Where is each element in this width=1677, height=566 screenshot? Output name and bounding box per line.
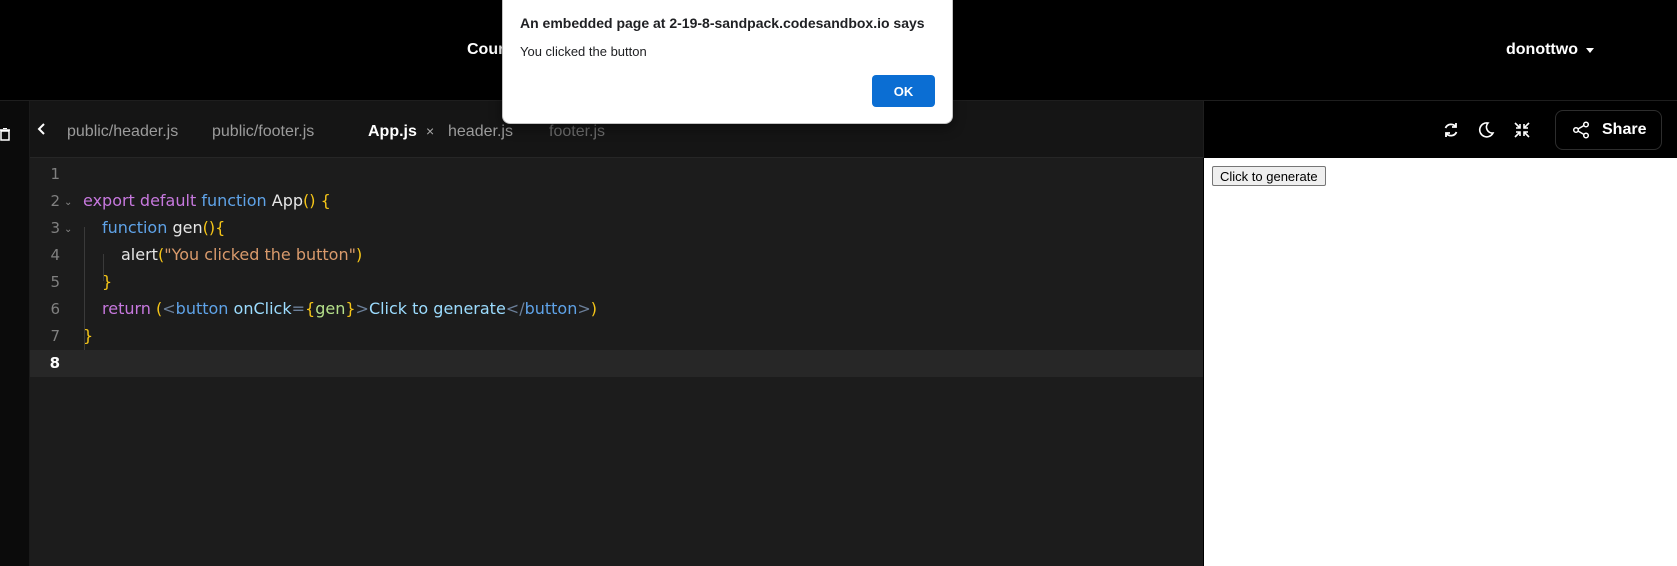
code-editor[interactable]: public/header.js public/footer.js App.js…: [30, 101, 1203, 566]
code-line: 5 }: [50, 272, 113, 291]
tab-public-header[interactable]: public/header.js: [67, 123, 178, 141]
generate-button[interactable]: Click to generate: [1212, 166, 1326, 186]
code-line-current: 8: [30, 350, 1203, 377]
chevron-down-icon: [1585, 47, 1594, 53]
fold-chevron-icon[interactable]: ⌄: [64, 197, 72, 208]
share-label: Share: [1602, 121, 1647, 138]
user-name: donottwo: [1506, 41, 1578, 58]
code-line: 7 }: [50, 326, 94, 345]
alert-dialog: An embedded page at 2-19-8-sandpack.code…: [502, 0, 953, 124]
refresh-icon[interactable]: [1442, 121, 1460, 139]
fold-chevron-icon[interactable]: ⌄: [64, 224, 72, 235]
ok-button[interactable]: OK: [872, 75, 935, 107]
tab-footer[interactable]: footer.js: [549, 123, 605, 141]
code-line: 3 ⌄ function gen(){: [50, 218, 226, 237]
collapse-icon[interactable]: [1513, 121, 1531, 139]
code-line: 1: [50, 165, 60, 183]
trash-icon[interactable]: [0, 128, 10, 141]
code-line: 4 alert("You clicked the button"): [50, 245, 363, 264]
share-button[interactable]: Share: [1555, 110, 1662, 150]
preview-pane: Click to generate: [1204, 158, 1677, 566]
tab-header[interactable]: header.js: [448, 123, 513, 141]
dialog-message: You clicked the button: [520, 44, 647, 59]
chevron-left-icon[interactable]: [35, 121, 49, 137]
moon-icon[interactable]: [1477, 121, 1495, 139]
tab-public-footer[interactable]: public/footer.js: [212, 123, 314, 141]
nav-link-courses[interactable]: Cour: [467, 41, 504, 59]
user-menu[interactable]: donottwo: [1506, 41, 1594, 59]
code-line: 6 return (<button onClick={gen}>Click to…: [50, 299, 598, 318]
close-icon[interactable]: ×: [426, 123, 434, 139]
code-area[interactable]: 1 2 ⌄ export default function App() { 3 …: [30, 158, 1203, 566]
dialog-title: An embedded page at 2-19-8-sandpack.code…: [520, 15, 925, 31]
share-icon: [1572, 121, 1590, 139]
left-sidebar: [0, 101, 30, 566]
tab-app-js[interactable]: App.js: [368, 123, 417, 141]
code-line: 2 ⌄ export default function App() {: [50, 191, 331, 210]
